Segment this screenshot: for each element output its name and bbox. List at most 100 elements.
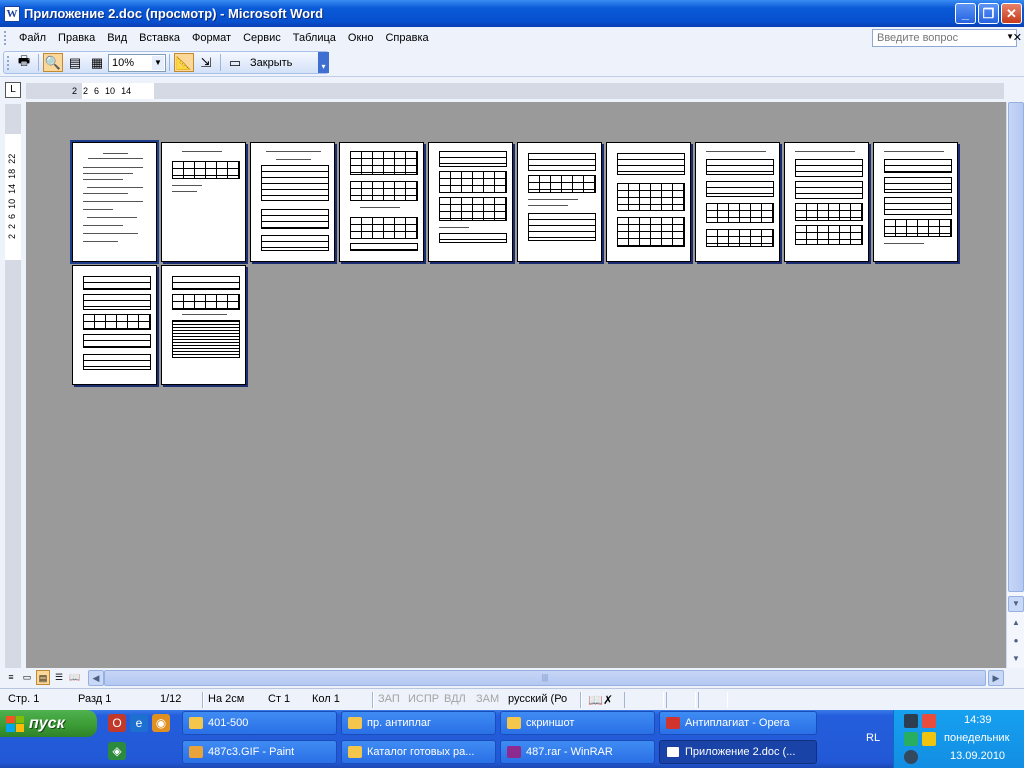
help-search-input[interactable]: Введите вопрос ▼ [872, 29, 1017, 47]
page-thumbnail-11[interactable] [72, 265, 157, 385]
page-thumbnail-7[interactable] [606, 142, 691, 262]
desktop-launch-icon[interactable]: ◈ [108, 742, 126, 760]
zoom-combo[interactable]: 10% ▼ [108, 53, 166, 72]
print-button[interactable]: 🖶 [14, 53, 34, 72]
print-layout-button[interactable]: ▤ [36, 670, 50, 685]
multiple-pages-button[interactable]: ▦ [87, 53, 107, 72]
h-scroll-thumb[interactable]: ||| [104, 670, 986, 686]
shrink-to-fit-button[interactable]: ⇲ [196, 53, 216, 72]
status-ext[interactable]: ВДЛ [444, 693, 466, 707]
scroll-down-button[interactable]: ▼ [1008, 596, 1024, 612]
page-thumbnail-4[interactable] [339, 142, 424, 262]
task-catalog[interactable]: Каталог готовых ра... [341, 740, 496, 764]
title-bar[interactable]: W Приложение 2.doc (просмотр) - Microsof… [0, 0, 1024, 27]
ruler-tick: 14 [121, 86, 132, 96]
separator [220, 54, 221, 71]
alert-icon[interactable] [922, 714, 936, 728]
browse-object-button[interactable]: ● [1008, 634, 1024, 650]
menu-table[interactable]: Таблица [287, 32, 342, 44]
status-trk[interactable]: ИСПР [408, 693, 439, 707]
page-thumbnail-9[interactable] [784, 142, 869, 262]
updates-icon[interactable] [922, 732, 936, 746]
status-bar: Стр. 1 Разд 1 1/12 На 2см Ст 1 Кол 1 ЗАП… [0, 688, 1024, 710]
menu-help[interactable]: Справка [379, 32, 434, 44]
start-button[interactable]: пуск [0, 710, 97, 737]
toolbar-options-icon[interactable]: ▾ [318, 52, 329, 73]
task-paint[interactable]: 487c3.GIF - Paint [182, 740, 337, 764]
page-thumbnail-1[interactable] [70, 140, 159, 264]
close-preview-button[interactable]: Закрыть [246, 57, 296, 69]
status-col: Кол 1 [312, 693, 340, 705]
shield-icon[interactable] [904, 732, 918, 746]
full-screen-button[interactable]: ▭ [225, 53, 245, 72]
scroll-right-button[interactable]: ▶ [988, 670, 1004, 686]
ruler-tick: 2 [7, 223, 17, 229]
menu-tools[interactable]: Сервис [237, 32, 287, 44]
task-opera[interactable]: Антиплагиат - Opera [659, 711, 817, 735]
magnifier-button[interactable]: 🔍 [43, 53, 63, 72]
status-language[interactable]: русский (Ро [508, 693, 567, 707]
scroll-thumb[interactable] [1008, 102, 1024, 592]
menu-view[interactable]: Вид [101, 32, 133, 44]
task-folder-antiplag[interactable]: пр. антиплаг [341, 711, 496, 735]
menu-grip[interactable] [4, 31, 7, 45]
ie-launch-icon[interactable]: e [130, 714, 148, 732]
volume-icon[interactable] [904, 750, 918, 764]
double-up-icon: ▲ [1012, 618, 1020, 627]
task-winrar[interactable]: 487.rar - WinRAR [500, 740, 655, 764]
menu-file[interactable]: Файл [13, 32, 52, 44]
toolbar-grip[interactable] [7, 55, 10, 70]
vertical-ruler[interactable]: 2 2 6 10 14 18 22 [5, 104, 21, 668]
next-page-button[interactable]: ▼ [1008, 652, 1024, 668]
document-close-icon[interactable]: ✕ [1013, 31, 1022, 44]
page-thumbnail-12[interactable] [161, 265, 246, 385]
close-icon: ✕ [1006, 6, 1017, 21]
task-folder-401-500[interactable]: 401-500 [182, 711, 337, 735]
system-tray: 14:39 понедельник 13.09.2010 [893, 710, 1024, 768]
menu-edit[interactable]: Правка [52, 32, 101, 44]
minimize-button[interactable]: _ [955, 3, 976, 24]
language-indicator[interactable]: RL [866, 732, 880, 744]
chevron-down-icon[interactable]: ▼ [152, 55, 164, 70]
ruler-ticks: 2 2 6 10 14 [72, 83, 131, 99]
clock-time[interactable]: 14:39 [964, 714, 992, 726]
menu-format[interactable]: Формат [186, 32, 237, 44]
horizontal-scrollbar[interactable]: ◀ ||| ▶ [88, 670, 1004, 686]
page-thumbnail-6[interactable] [517, 142, 602, 262]
web-view-button[interactable]: ▭ [20, 670, 34, 685]
view-ruler-button[interactable]: 📐 [174, 53, 194, 72]
network-icon[interactable] [904, 714, 918, 728]
task-word[interactable]: Приложение 2.doc (... [659, 740, 817, 764]
normal-view-button[interactable]: ≡ [4, 670, 18, 685]
horizontal-scroll-row: ≡ ▭ ▤ ☰ 📖 ◀ ||| ▶ [0, 668, 1024, 688]
task-label: пр. антиплаг [367, 717, 432, 729]
menu-window[interactable]: Окно [342, 32, 380, 44]
word-app-icon[interactable]: W [4, 5, 20, 22]
reading-view-button[interactable]: 📖 [68, 670, 82, 685]
media-launch-icon[interactable]: ◉ [152, 714, 170, 732]
page-thumbnail-3[interactable] [250, 142, 335, 262]
task-folder-screenshot[interactable]: скриншот [500, 711, 655, 735]
status-rec[interactable]: ЗАП [378, 693, 400, 707]
outline-view-button[interactable]: ☰ [52, 670, 66, 685]
task-label: 487.rar - WinRAR [526, 746, 613, 758]
tab-selector[interactable]: L [5, 82, 21, 98]
menu-insert[interactable]: Вставка [133, 32, 186, 44]
spelling-check-icon[interactable]: 📖✗ [588, 693, 613, 707]
vertical-scrollbar[interactable]: ▼ ▲ ● ▼ [1006, 102, 1024, 668]
prev-page-button[interactable]: ▲ [1008, 616, 1024, 632]
window-title: Приложение 2.doc (просмотр) - Microsoft … [24, 6, 324, 21]
status-ovr[interactable]: ЗАМ [476, 693, 499, 707]
page-thumbnail-5[interactable] [428, 142, 513, 262]
arrow-down-icon: ▼ [1012, 599, 1020, 608]
maximize-button[interactable]: ❐ [978, 3, 999, 24]
one-page-button[interactable]: ▤ [65, 53, 85, 72]
page-thumbnail-10[interactable] [873, 142, 958, 262]
opera-launch-icon[interactable]: O [108, 714, 126, 732]
horizontal-ruler[interactable]: 2 2 6 10 14 [26, 83, 1004, 99]
page-thumbnail-8[interactable] [695, 142, 780, 262]
scroll-left-button[interactable]: ◀ [88, 670, 104, 686]
preview-canvas[interactable] [26, 102, 1006, 668]
close-button[interactable]: ✕ [1001, 3, 1022, 24]
page-thumbnail-2[interactable] [161, 142, 246, 262]
